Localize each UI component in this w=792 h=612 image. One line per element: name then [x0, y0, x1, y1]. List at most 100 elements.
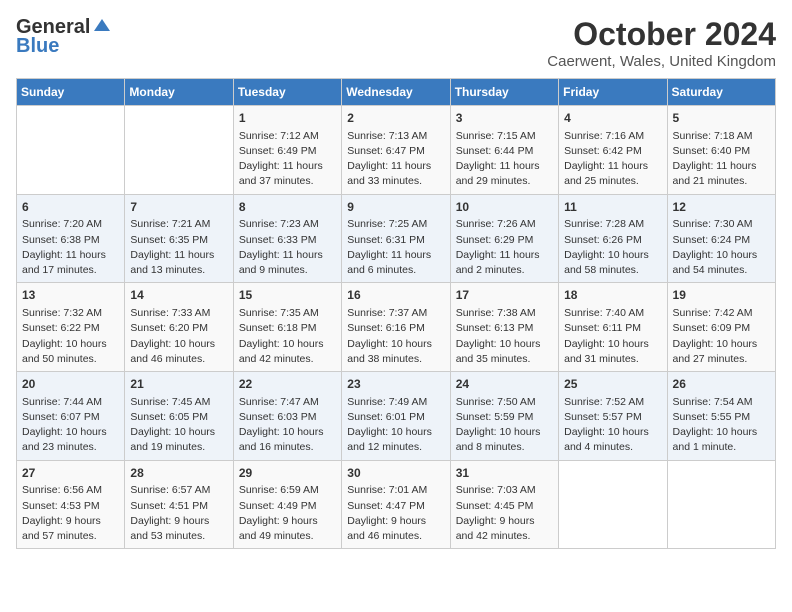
calendar-cell: 5 Sunrise: 7:18 AM Sunset: 6:40 PM Daylig…	[667, 106, 775, 195]
title-section: October 2024 Caerwent, Wales, United Kin…	[547, 16, 776, 70]
header-row: SundayMondayTuesdayWednesdayThursdayFrid…	[17, 79, 776, 106]
day-number: 30	[347, 465, 444, 482]
day-number: 20	[22, 376, 119, 393]
day-number: 13	[22, 287, 119, 304]
calendar-cell: 8Sunrise: 7:23 AM Sunset: 6:33 PM Daylig…	[233, 194, 341, 283]
calendar-cell	[125, 106, 233, 195]
calendar-cell: 1 Sunrise: 7:12 AM Sunset: 6:49 PM Daylig…	[233, 106, 341, 195]
calendar-cell: 29Sunrise: 6:59 AM Sunset: 4:49 PM Dayli…	[233, 460, 341, 549]
day-number: 19	[673, 287, 770, 304]
day-info: Sunrise: 7:44 AM Sunset: 6:07 PM Dayligh…	[22, 395, 119, 456]
day-number: 29	[239, 465, 336, 482]
day-number: 25	[564, 376, 661, 393]
month-title: October 2024	[547, 16, 776, 53]
calendar-cell: 21 Sunrise: 7:45 AM Sunset: 6:05 PM Dayli…	[125, 372, 233, 461]
logo-icon	[92, 17, 112, 37]
calendar-cell: 4 Sunrise: 7:16 AM Sunset: 6:42 PM Daylig…	[559, 106, 667, 195]
day-info: Sunrise: 6:56 AM Sunset: 4:53 PM Dayligh…	[22, 483, 119, 544]
day-info: Sunrise: 7:33 AM Sunset: 6:20 PM Dayligh…	[130, 306, 227, 367]
day-number: 14	[130, 287, 227, 304]
day-info: Sunrise: 7:45 AM Sunset: 6:05 PM Dayligh…	[130, 395, 227, 456]
day-number: 23	[347, 376, 444, 393]
calendar-cell: 15Sunrise: 7:35 AM Sunset: 6:18 PM Dayli…	[233, 283, 341, 372]
logo: General Blue	[16, 16, 112, 58]
day-info: Sunrise: 7:28 AM Sunset: 6:26 PM Dayligh…	[564, 217, 661, 278]
day-info: Sunrise: 7:38 AM Sunset: 6:13 PM Dayligh…	[456, 306, 553, 367]
calendar-cell	[17, 106, 125, 195]
calendar-cell: 28Sunrise: 6:57 AM Sunset: 4:51 PM Dayli…	[125, 460, 233, 549]
day-info: Sunrise: 7:47 AM Sunset: 6:03 PM Dayligh…	[239, 395, 336, 456]
calendar-cell: 6Sunrise: 7:20 AM Sunset: 6:38 PM Daylig…	[17, 194, 125, 283]
calendar-cell: 9Sunrise: 7:25 AM Sunset: 6:31 PM Daylig…	[342, 194, 450, 283]
calendar-cell: 26Sunrise: 7:54 AM Sunset: 5:55 PM Dayli…	[667, 372, 775, 461]
day-number: 12	[673, 199, 770, 216]
day-number: 2	[347, 110, 444, 127]
calendar-cell: 31Sunrise: 7:03 AM Sunset: 4:45 PM Dayli…	[450, 460, 558, 549]
day-number: 8	[239, 199, 336, 216]
day-number: 21	[130, 376, 227, 393]
day-number: 24	[456, 376, 553, 393]
day-number: 16	[347, 287, 444, 304]
header-day-tuesday: Tuesday	[233, 79, 341, 106]
calendar-cell: 22 Sunrise: 7:47 AM Sunset: 6:03 PM Dayli…	[233, 372, 341, 461]
day-info: Sunrise: 7:49 AM Sunset: 6:01 PM Dayligh…	[347, 395, 444, 456]
day-number: 17	[456, 287, 553, 304]
calendar-cell: 2 Sunrise: 7:13 AM Sunset: 6:47 PM Daylig…	[342, 106, 450, 195]
day-info: Sunrise: 7:12 AM Sunset: 6:49 PM Dayligh…	[239, 129, 336, 190]
week-row-1: 1 Sunrise: 7:12 AM Sunset: 6:49 PM Daylig…	[17, 106, 776, 195]
calendar-cell: 18 Sunrise: 7:40 AM Sunset: 6:11 PM Dayli…	[559, 283, 667, 372]
calendar-cell: 23 Sunrise: 7:49 AM Sunset: 6:01 PM Dayli…	[342, 372, 450, 461]
day-number: 22	[239, 376, 336, 393]
day-info: Sunrise: 7:20 AM Sunset: 6:38 PM Dayligh…	[22, 217, 119, 278]
day-number: 6	[22, 199, 119, 216]
day-info: Sunrise: 7:50 AM Sunset: 5:59 PM Dayligh…	[456, 395, 553, 456]
calendar-cell: 7Sunrise: 7:21 AM Sunset: 6:35 PM Daylig…	[125, 194, 233, 283]
calendar-cell: 25 Sunrise: 7:52 AM Sunset: 5:57 PM Dayli…	[559, 372, 667, 461]
day-number: 27	[22, 465, 119, 482]
day-number: 26	[673, 376, 770, 393]
day-number: 15	[239, 287, 336, 304]
header-day-saturday: Saturday	[667, 79, 775, 106]
day-info: Sunrise: 7:25 AM Sunset: 6:31 PM Dayligh…	[347, 217, 444, 278]
day-number: 1	[239, 110, 336, 127]
calendar-cell: 12Sunrise: 7:30 AM Sunset: 6:24 PM Dayli…	[667, 194, 775, 283]
day-info: Sunrise: 7:37 AM Sunset: 6:16 PM Dayligh…	[347, 306, 444, 367]
day-info: Sunrise: 7:16 AM Sunset: 6:42 PM Dayligh…	[564, 129, 661, 190]
day-info: Sunrise: 7:23 AM Sunset: 6:33 PM Dayligh…	[239, 217, 336, 278]
day-info: Sunrise: 7:32 AM Sunset: 6:22 PM Dayligh…	[22, 306, 119, 367]
day-number: 5	[673, 110, 770, 127]
day-number: 18	[564, 287, 661, 304]
day-info: Sunrise: 7:01 AM Sunset: 4:47 PM Dayligh…	[347, 483, 444, 544]
day-info: Sunrise: 7:03 AM Sunset: 4:45 PM Dayligh…	[456, 483, 553, 544]
page-header: General Blue October 2024 Caerwent, Wale…	[16, 16, 776, 70]
calendar-cell: 11Sunrise: 7:28 AM Sunset: 6:26 PM Dayli…	[559, 194, 667, 283]
day-info: Sunrise: 7:26 AM Sunset: 6:29 PM Dayligh…	[456, 217, 553, 278]
day-number: 28	[130, 465, 227, 482]
day-info: Sunrise: 6:57 AM Sunset: 4:51 PM Dayligh…	[130, 483, 227, 544]
calendar-cell	[667, 460, 775, 549]
calendar-cell: 27Sunrise: 6:56 AM Sunset: 4:53 PM Dayli…	[17, 460, 125, 549]
header-day-wednesday: Wednesday	[342, 79, 450, 106]
day-number: 4	[564, 110, 661, 127]
location-subtitle: Caerwent, Wales, United Kingdom	[547, 53, 776, 70]
day-info: Sunrise: 7:42 AM Sunset: 6:09 PM Dayligh…	[673, 306, 770, 367]
calendar-cell: 14 Sunrise: 7:33 AM Sunset: 6:20 PM Dayli…	[125, 283, 233, 372]
calendar-cell: 3Sunrise: 7:15 AM Sunset: 6:44 PM Daylig…	[450, 106, 558, 195]
calendar-cell: 30Sunrise: 7:01 AM Sunset: 4:47 PM Dayli…	[342, 460, 450, 549]
calendar-cell: 10Sunrise: 7:26 AM Sunset: 6:29 PM Dayli…	[450, 194, 558, 283]
day-number: 10	[456, 199, 553, 216]
calendar-table: SundayMondayTuesdayWednesdayThursdayFrid…	[16, 78, 776, 549]
day-number: 7	[130, 199, 227, 216]
day-info: Sunrise: 7:40 AM Sunset: 6:11 PM Dayligh…	[564, 306, 661, 367]
header-day-thursday: Thursday	[450, 79, 558, 106]
day-info: Sunrise: 7:30 AM Sunset: 6:24 PM Dayligh…	[673, 217, 770, 278]
day-info: Sunrise: 7:52 AM Sunset: 5:57 PM Dayligh…	[564, 395, 661, 456]
day-info: Sunrise: 7:18 AM Sunset: 6:40 PM Dayligh…	[673, 129, 770, 190]
week-row-3: 13 Sunrise: 7:32 AM Sunset: 6:22 PM Dayli…	[17, 283, 776, 372]
day-info: Sunrise: 6:59 AM Sunset: 4:49 PM Dayligh…	[239, 483, 336, 544]
day-number: 3	[456, 110, 553, 127]
day-info: Sunrise: 7:13 AM Sunset: 6:47 PM Dayligh…	[347, 129, 444, 190]
header-day-monday: Monday	[125, 79, 233, 106]
calendar-cell: 16 Sunrise: 7:37 AM Sunset: 6:16 PM Dayli…	[342, 283, 450, 372]
header-day-friday: Friday	[559, 79, 667, 106]
